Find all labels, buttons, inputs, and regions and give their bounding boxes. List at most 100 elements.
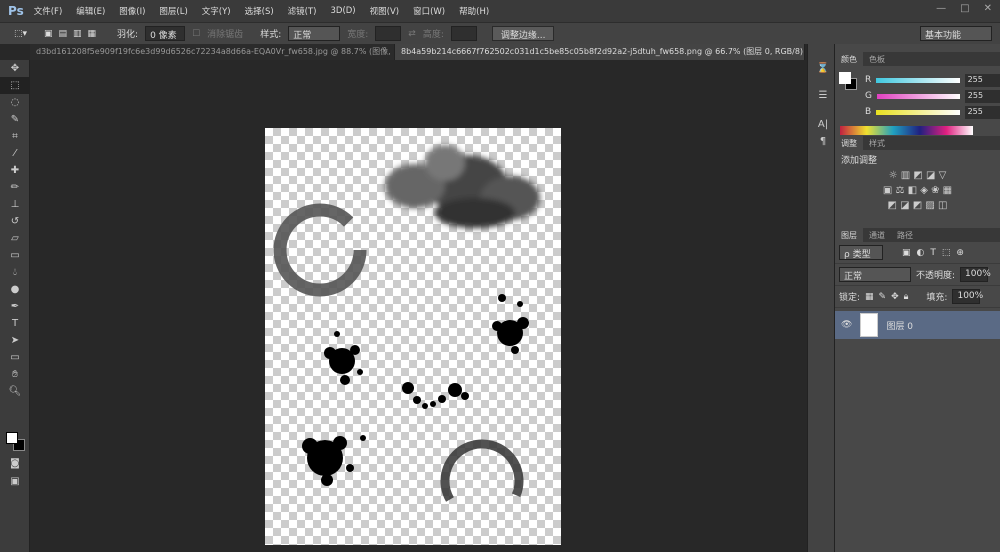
healing-tool-icon[interactable]: ✚ — [0, 162, 30, 179]
menu-edit[interactable]: 编辑(E) — [76, 5, 105, 17]
history-brush-tool-icon[interactable]: ↺ — [0, 213, 30, 230]
visibility-eye-icon[interactable]: 👁︎ — [841, 320, 852, 330]
ink-cloud — [385, 145, 540, 228]
style-label: 样式: — [260, 30, 282, 40]
foreground-color[interactable] — [839, 72, 851, 84]
quick-mask-icon[interactable]: ◙ — [0, 455, 30, 472]
blend-row: 正常 不透明度: 100% — [835, 264, 1000, 286]
adjustment-icons-row-3[interactable]: ◩ ◪ ◩ ▨ ◫ — [841, 200, 994, 211]
quick-select-tool-icon[interactable]: ✎ — [0, 111, 30, 128]
stamp-tool-icon[interactable]: ⊥ — [0, 196, 30, 213]
tab-color[interactable]: 颜色 — [835, 52, 863, 66]
ink-splatter-1 — [324, 331, 363, 385]
toolbox: ✥ ⬚ ◌ ✎ ⌗ ⁄ ✚ ✏ ⊥ ↺ ▱ ▭ 💧︎ ● ✒ T ➤ ▭ ✋︎ … — [0, 60, 30, 552]
lasso-tool-icon[interactable]: ◌ — [0, 94, 30, 111]
layer-row[interactable]: 👁︎ 图层 0 — [835, 311, 1000, 339]
zoom-tool-icon[interactable]: 🔍︎ — [0, 383, 30, 400]
ink-ring-2 — [440, 439, 524, 523]
tab-layers[interactable]: 图层 — [835, 228, 863, 242]
opacity-input[interactable]: 100% — [960, 267, 991, 282]
layer-thumbnail — [860, 313, 879, 337]
fill-label: 填充: — [926, 293, 948, 303]
menu-image[interactable]: 图像(I) — [119, 5, 145, 17]
screen-mode-icon[interactable]: ▣ — [0, 473, 30, 490]
menu-type[interactable]: 文字(Y) — [202, 5, 231, 17]
workspace-select[interactable]: 基本功能 — [920, 26, 992, 41]
tab-adjustments[interactable]: 调整 — [835, 136, 863, 150]
menu-3d[interactable]: 3D(D) — [330, 6, 355, 16]
style-select[interactable]: 正常 — [288, 26, 341, 41]
menu-file[interactable]: 文件(F) — [34, 5, 63, 17]
shape-tool-icon[interactable]: ▭ — [0, 349, 30, 366]
lock-label: 锁定: — [839, 293, 861, 303]
width-label: 宽度: — [347, 30, 369, 40]
marquee-tool-icon[interactable]: ⬚ — [0, 77, 30, 94]
selection-mode-icons[interactable]: ▣▤▥▦ — [44, 29, 102, 39]
tab-document-2[interactable]: 8b4a59b214c6667f762502c031d1c5be85c05b8f… — [395, 44, 805, 60]
panel-icon-strip: ⌛ ☰ A| ¶ — [807, 44, 834, 552]
ps-logo: Ps — [8, 4, 24, 18]
feather-label: 羽化: — [117, 30, 139, 40]
menu-bar: Ps 文件(F) 编辑(E) 图像(I) 图层(L) 文字(Y) 选择(S) 滤… — [0, 0, 1000, 22]
close-button[interactable]: ✕ — [984, 3, 992, 14]
g-slider[interactable]: G 255 — [865, 88, 1000, 104]
fill-input[interactable]: 100% — [952, 289, 983, 304]
menu-help[interactable]: 帮助(H) — [459, 5, 489, 17]
feather-input[interactable]: 0 像素 — [145, 26, 186, 41]
window-controls: — □ ✕ — [936, 3, 992, 14]
ink-ring-1 — [273, 203, 367, 297]
tab-swatches[interactable]: 色板 — [863, 52, 891, 66]
dodge-tool-icon[interactable]: ● — [0, 281, 30, 298]
maximize-button[interactable]: □ — [960, 3, 969, 14]
color-spectrum[interactable] — [840, 126, 973, 135]
tab-document-1[interactable]: d3bd161208f5e909f19fc6e3d99d6526c72234a8… — [30, 44, 395, 60]
ink-drops — [402, 382, 469, 409]
r-slider[interactable]: R 255 — [865, 72, 1000, 88]
tab-styles[interactable]: 样式 — [863, 136, 891, 150]
foreground-color-swatch[interactable] — [6, 432, 18, 444]
crop-tool-icon[interactable]: ⌗ — [0, 128, 30, 145]
antialias-checkbox[interactable]: ☐ — [192, 29, 200, 39]
gradient-tool-icon[interactable]: ▭ — [0, 247, 30, 264]
blur-tool-icon[interactable]: 💧︎ — [0, 264, 30, 281]
pen-tool-icon[interactable]: ✒ — [0, 298, 30, 315]
layer-filter-row: ρ 类型 ▣◐T⬚⊕ — [835, 242, 1000, 264]
move-tool-icon[interactable]: ✥ — [0, 60, 30, 77]
r-value-input[interactable]: 255 — [964, 73, 1000, 87]
menu-window[interactable]: 窗口(W) — [413, 5, 445, 17]
layer-filter-select[interactable]: ρ 类型 — [839, 245, 883, 260]
width-input[interactable] — [375, 26, 402, 41]
refine-edge-button[interactable]: 调整边缘... — [491, 26, 555, 41]
antialias-label: 消除锯齿 — [207, 30, 244, 40]
document-canvas[interactable] — [265, 128, 561, 545]
add-adjustment-title: 添加调整 — [841, 156, 878, 166]
lock-icons[interactable]: ▦✎✥🔒︎ — [865, 292, 913, 302]
blend-mode-select[interactable]: 正常 — [839, 267, 911, 282]
menu-layer[interactable]: 图层(L) — [159, 5, 187, 17]
height-input[interactable] — [450, 26, 477, 41]
right-panels: 颜色 色板 R 255 G 255 B 255 调整 样式 添加调整 ☼ ▥ ◩ ◪ … — [834, 44, 1000, 552]
brush-tool-icon[interactable]: ✏ — [0, 179, 30, 196]
hand-tool-icon[interactable]: ✋︎ — [0, 366, 30, 383]
eraser-tool-icon[interactable]: ▱ — [0, 230, 30, 247]
path-select-tool-icon[interactable]: ➤ — [0, 332, 30, 349]
adjustment-icons-row-1[interactable]: ☼ ▥ ◩ ◪ ▽ — [841, 170, 994, 181]
layer-name[interactable]: 图层 0 — [886, 319, 913, 332]
color-panel-tabs: 颜色 色板 — [835, 52, 1000, 66]
b-value-input[interactable]: 255 — [964, 105, 1000, 119]
tab-paths[interactable]: 路径 — [891, 228, 919, 242]
filter-icons[interactable]: ▣◐T⬚⊕ — [902, 248, 970, 258]
minimize-button[interactable]: — — [936, 3, 946, 14]
adjustment-icons-row-2[interactable]: ▣ ⚖ ◧ ◈ ❀ ▦ — [841, 185, 994, 196]
g-value-input[interactable]: 255 — [964, 89, 1000, 103]
document-tabs: d3bd161208f5e909f19fc6e3d99d6526c72234a8… — [30, 44, 805, 60]
marquee-preset-icon[interactable]: ⬚▾ — [14, 29, 27, 39]
menu-select[interactable]: 选择(S) — [245, 5, 274, 17]
b-slider[interactable]: B 255 — [865, 104, 1000, 120]
tab-channels[interactable]: 通道 — [863, 228, 891, 242]
menu-view[interactable]: 视图(V) — [370, 5, 399, 17]
type-tool-icon[interactable]: T — [0, 315, 30, 332]
menu-filter[interactable]: 滤镜(T) — [288, 5, 317, 17]
swap-icon[interactable]: ⇄ — [408, 29, 416, 39]
eyedropper-tool-icon[interactable]: ⁄ — [0, 145, 30, 162]
